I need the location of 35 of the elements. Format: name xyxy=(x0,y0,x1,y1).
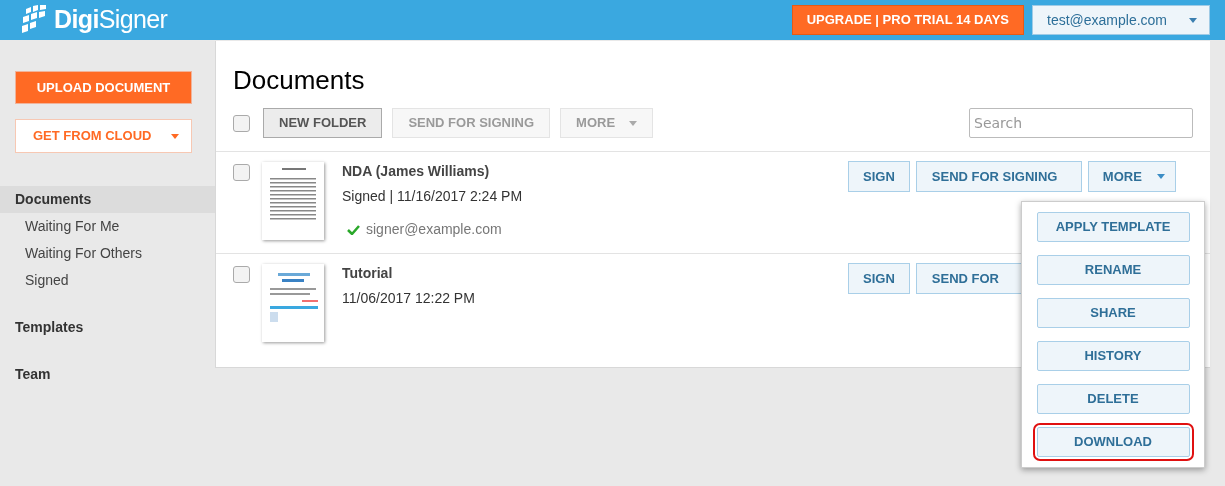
document-name[interactable]: NDA (James Williams) xyxy=(342,162,842,181)
menu-item[interactable]: DELETE xyxy=(1036,384,1190,414)
upload-button[interactable]: UPLOAD DOCUMENT xyxy=(15,71,192,104)
search-field[interactable]: Search xyxy=(969,108,1193,138)
checkbox[interactable] xyxy=(233,164,250,181)
caret-icon xyxy=(1189,17,1197,23)
checkbox[interactable] xyxy=(233,114,250,132)
action-button[interactable]: MORE xyxy=(1087,161,1176,192)
menu-item[interactable]: APPLY TEMPLATE xyxy=(1036,212,1190,242)
nav-item[interactable]: Team xyxy=(0,361,215,388)
document-status: Signed | 11/16/2017 2:24 PM xyxy=(342,187,524,206)
account-menu[interactable]: test@example.com xyxy=(1032,5,1210,35)
menu-item[interactable]: SHARE xyxy=(1036,298,1190,328)
toolbar-button[interactable]: NEW FOLDER xyxy=(263,108,383,138)
nav-item[interactable]: Templates xyxy=(0,314,215,341)
action-button[interactable]: SIGN xyxy=(848,263,910,294)
nav-item[interactable]: Documents xyxy=(0,186,215,213)
caret-icon xyxy=(1156,174,1165,179)
document-name[interactable]: Tutorial xyxy=(342,264,842,283)
checkbox[interactable] xyxy=(233,266,250,283)
action-button[interactable]: SEND FOR SIGNING xyxy=(915,161,1082,192)
upgrade-button[interactable]: UPGRADE | PRO TRIAL 14 DAYS xyxy=(791,5,1024,35)
menu-item[interactable]: DOWNLOAD xyxy=(1036,427,1190,457)
nav-subitem[interactable]: Waiting For Others xyxy=(0,240,215,267)
nav-subitem[interactable]: Signed xyxy=(0,267,215,294)
menu-item[interactable]: RENAME xyxy=(1036,255,1190,285)
menu-item[interactable]: HISTORY xyxy=(1036,341,1190,371)
caret-icon xyxy=(171,133,179,139)
action-button[interactable]: SIGN xyxy=(848,161,910,192)
logo-text: DigiSigner xyxy=(54,4,168,36)
signer-email: signer@example.com xyxy=(366,220,502,239)
nav-subitem[interactable]: Waiting For Me xyxy=(0,213,215,240)
cloud-button[interactable]: GET FROM CLOUD xyxy=(15,119,192,153)
page-title: Documents xyxy=(232,64,366,97)
document-status: 11/06/2017 12:22 PM xyxy=(342,289,476,308)
